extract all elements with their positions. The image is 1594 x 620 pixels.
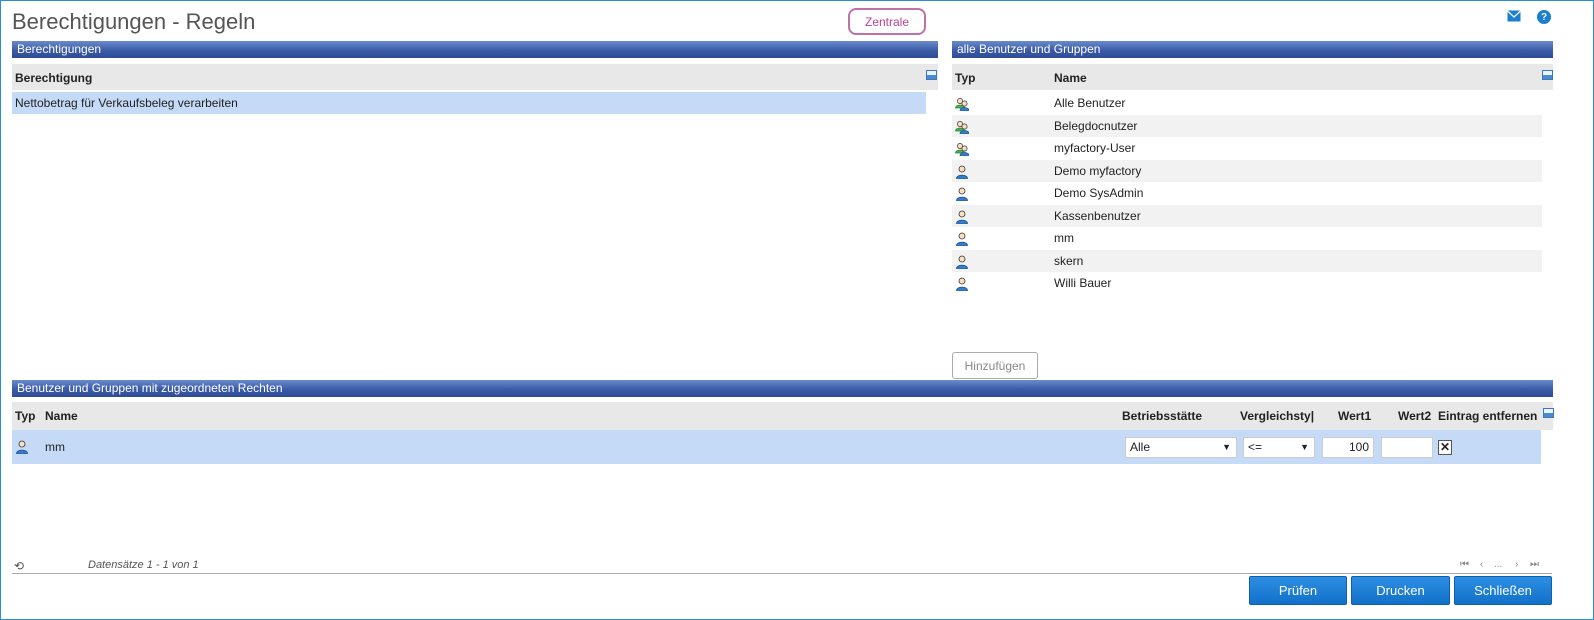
user-list-row[interactable]: Demo SysAdmin	[952, 182, 1542, 204]
permission-row[interactable]: Nettobetrag für Verkaufsbeleg verarbeite…	[12, 92, 926, 114]
user-icon	[955, 209, 969, 224]
page-title: Berechtigungen - Regeln	[12, 9, 256, 34]
column-eintrag-entfernen[interactable]: Eintrag entfernen	[1438, 409, 1537, 423]
user-list-name: skern	[1054, 253, 1084, 268]
user-list-row[interactable]: Demo myfactory	[952, 159, 1542, 182]
column-typ[interactable]: Typ	[15, 409, 35, 423]
user-list-row[interactable]: myfactory-User	[952, 137, 1542, 159]
group-icon	[955, 119, 970, 134]
column-chooser-icon[interactable]	[926, 70, 937, 80]
group-icon	[955, 96, 970, 111]
user-list-row[interactable]: Belegdocnutzer	[952, 114, 1542, 137]
column-vergleichstyp[interactable]: Vergleichsty|	[1240, 409, 1314, 423]
user-icon	[16, 440, 28, 454]
user-list-name: myfactory-User	[1054, 141, 1136, 155]
add-button[interactable]: Hinzufügen	[952, 352, 1038, 379]
users-column-header: Typ Name	[952, 64, 1553, 90]
chevron-down-icon: ▼	[1222, 442, 1231, 452]
remove-entry-checkbox[interactable]: ✕	[1438, 440, 1452, 455]
berechtigungen-column-header: Berechtigung	[12, 64, 938, 90]
assigned-name: mm	[45, 440, 65, 454]
column-typ[interactable]: Typ	[955, 71, 975, 85]
column-berechtigung[interactable]: Berechtigung	[15, 71, 92, 85]
footer-divider	[12, 573, 1552, 574]
column-name[interactable]: Name	[1054, 71, 1087, 85]
user-list-row[interactable]: Kassenbenutzer	[952, 204, 1542, 227]
help-icon[interactable]: ?	[1537, 10, 1551, 24]
user-list-name: Willi Bauer	[1054, 276, 1112, 290]
user-list-name: Alle Benutzer	[1054, 96, 1126, 110]
user-icon	[955, 186, 969, 201]
user-list-row[interactable]: mm	[952, 227, 1542, 249]
last-page-icon[interactable]: ⏭	[1530, 559, 1539, 570]
berechtigungen-header: Berechtigungen	[12, 41, 938, 58]
mail-icon[interactable]	[1507, 10, 1521, 22]
column-wert1[interactable]: Wert1	[1338, 409, 1371, 423]
user-icon	[955, 164, 969, 179]
column-wert2[interactable]: Wert2	[1398, 409, 1431, 423]
zentrale-button[interactable]: Zentrale	[848, 8, 926, 35]
betriebsstaette-value: Alle	[1130, 440, 1151, 454]
schliessen-button[interactable]: Schließen	[1454, 576, 1552, 605]
refresh-icon[interactable]: ⟲	[14, 559, 24, 573]
user-list-name: Belegdocnutzer	[1054, 118, 1138, 133]
vergleichstyp-value: <=	[1248, 440, 1263, 454]
pager-ellipsis: ...	[1494, 559, 1503, 570]
user-list-name: Demo SysAdmin	[1054, 186, 1144, 200]
drucken-button[interactable]: Drucken	[1351, 576, 1450, 605]
user-icon	[955, 254, 969, 269]
next-page-icon[interactable]: ›	[1515, 559, 1518, 570]
user-list-name: mm	[1054, 231, 1074, 245]
user-list-row[interactable]: Alle Benutzer	[952, 92, 1542, 114]
betriebsstaette-select[interactable]: Alle ▼	[1125, 437, 1237, 458]
user-list-name: Demo myfactory	[1054, 163, 1142, 178]
group-icon	[955, 141, 970, 156]
benutzer-gruppen-header: alle Benutzer und Gruppen	[952, 41, 1553, 58]
wert2-input[interactable]	[1381, 437, 1433, 458]
column-name[interactable]: Name	[45, 409, 78, 423]
user-list-name: Kassenbenutzer	[1054, 208, 1141, 223]
prev-page-icon[interactable]: ‹	[1480, 559, 1483, 570]
vergleichstyp-select[interactable]: <= ▼	[1243, 437, 1315, 458]
chevron-down-icon: ▼	[1300, 442, 1309, 452]
user-list-row[interactable]: skern	[952, 249, 1542, 272]
assigned-rights-header: Benutzer und Gruppen mit zugeordneten Re…	[12, 380, 1553, 397]
first-page-icon[interactable]: ⏮	[1460, 559, 1469, 570]
pruefen-button[interactable]: Prüfen	[1249, 576, 1347, 605]
assigned-column-header: Typ Name Betriebsstätte Vergleichsty| We…	[12, 402, 1554, 430]
permission-label: Nettobetrag für Verkaufsbeleg verarbeite…	[15, 96, 238, 110]
column-chooser-icon[interactable]	[1542, 70, 1553, 80]
column-chooser-icon[interactable]	[1543, 408, 1554, 418]
user-icon	[955, 276, 969, 291]
user-icon	[955, 231, 969, 246]
column-betriebsstaette[interactable]: Betriebsstätte	[1122, 409, 1202, 423]
records-count: Datensätze 1 - 1 von 1	[88, 559, 199, 571]
user-list-row[interactable]: Willi Bauer	[952, 272, 1542, 294]
wert1-input[interactable]: 100	[1322, 437, 1374, 458]
